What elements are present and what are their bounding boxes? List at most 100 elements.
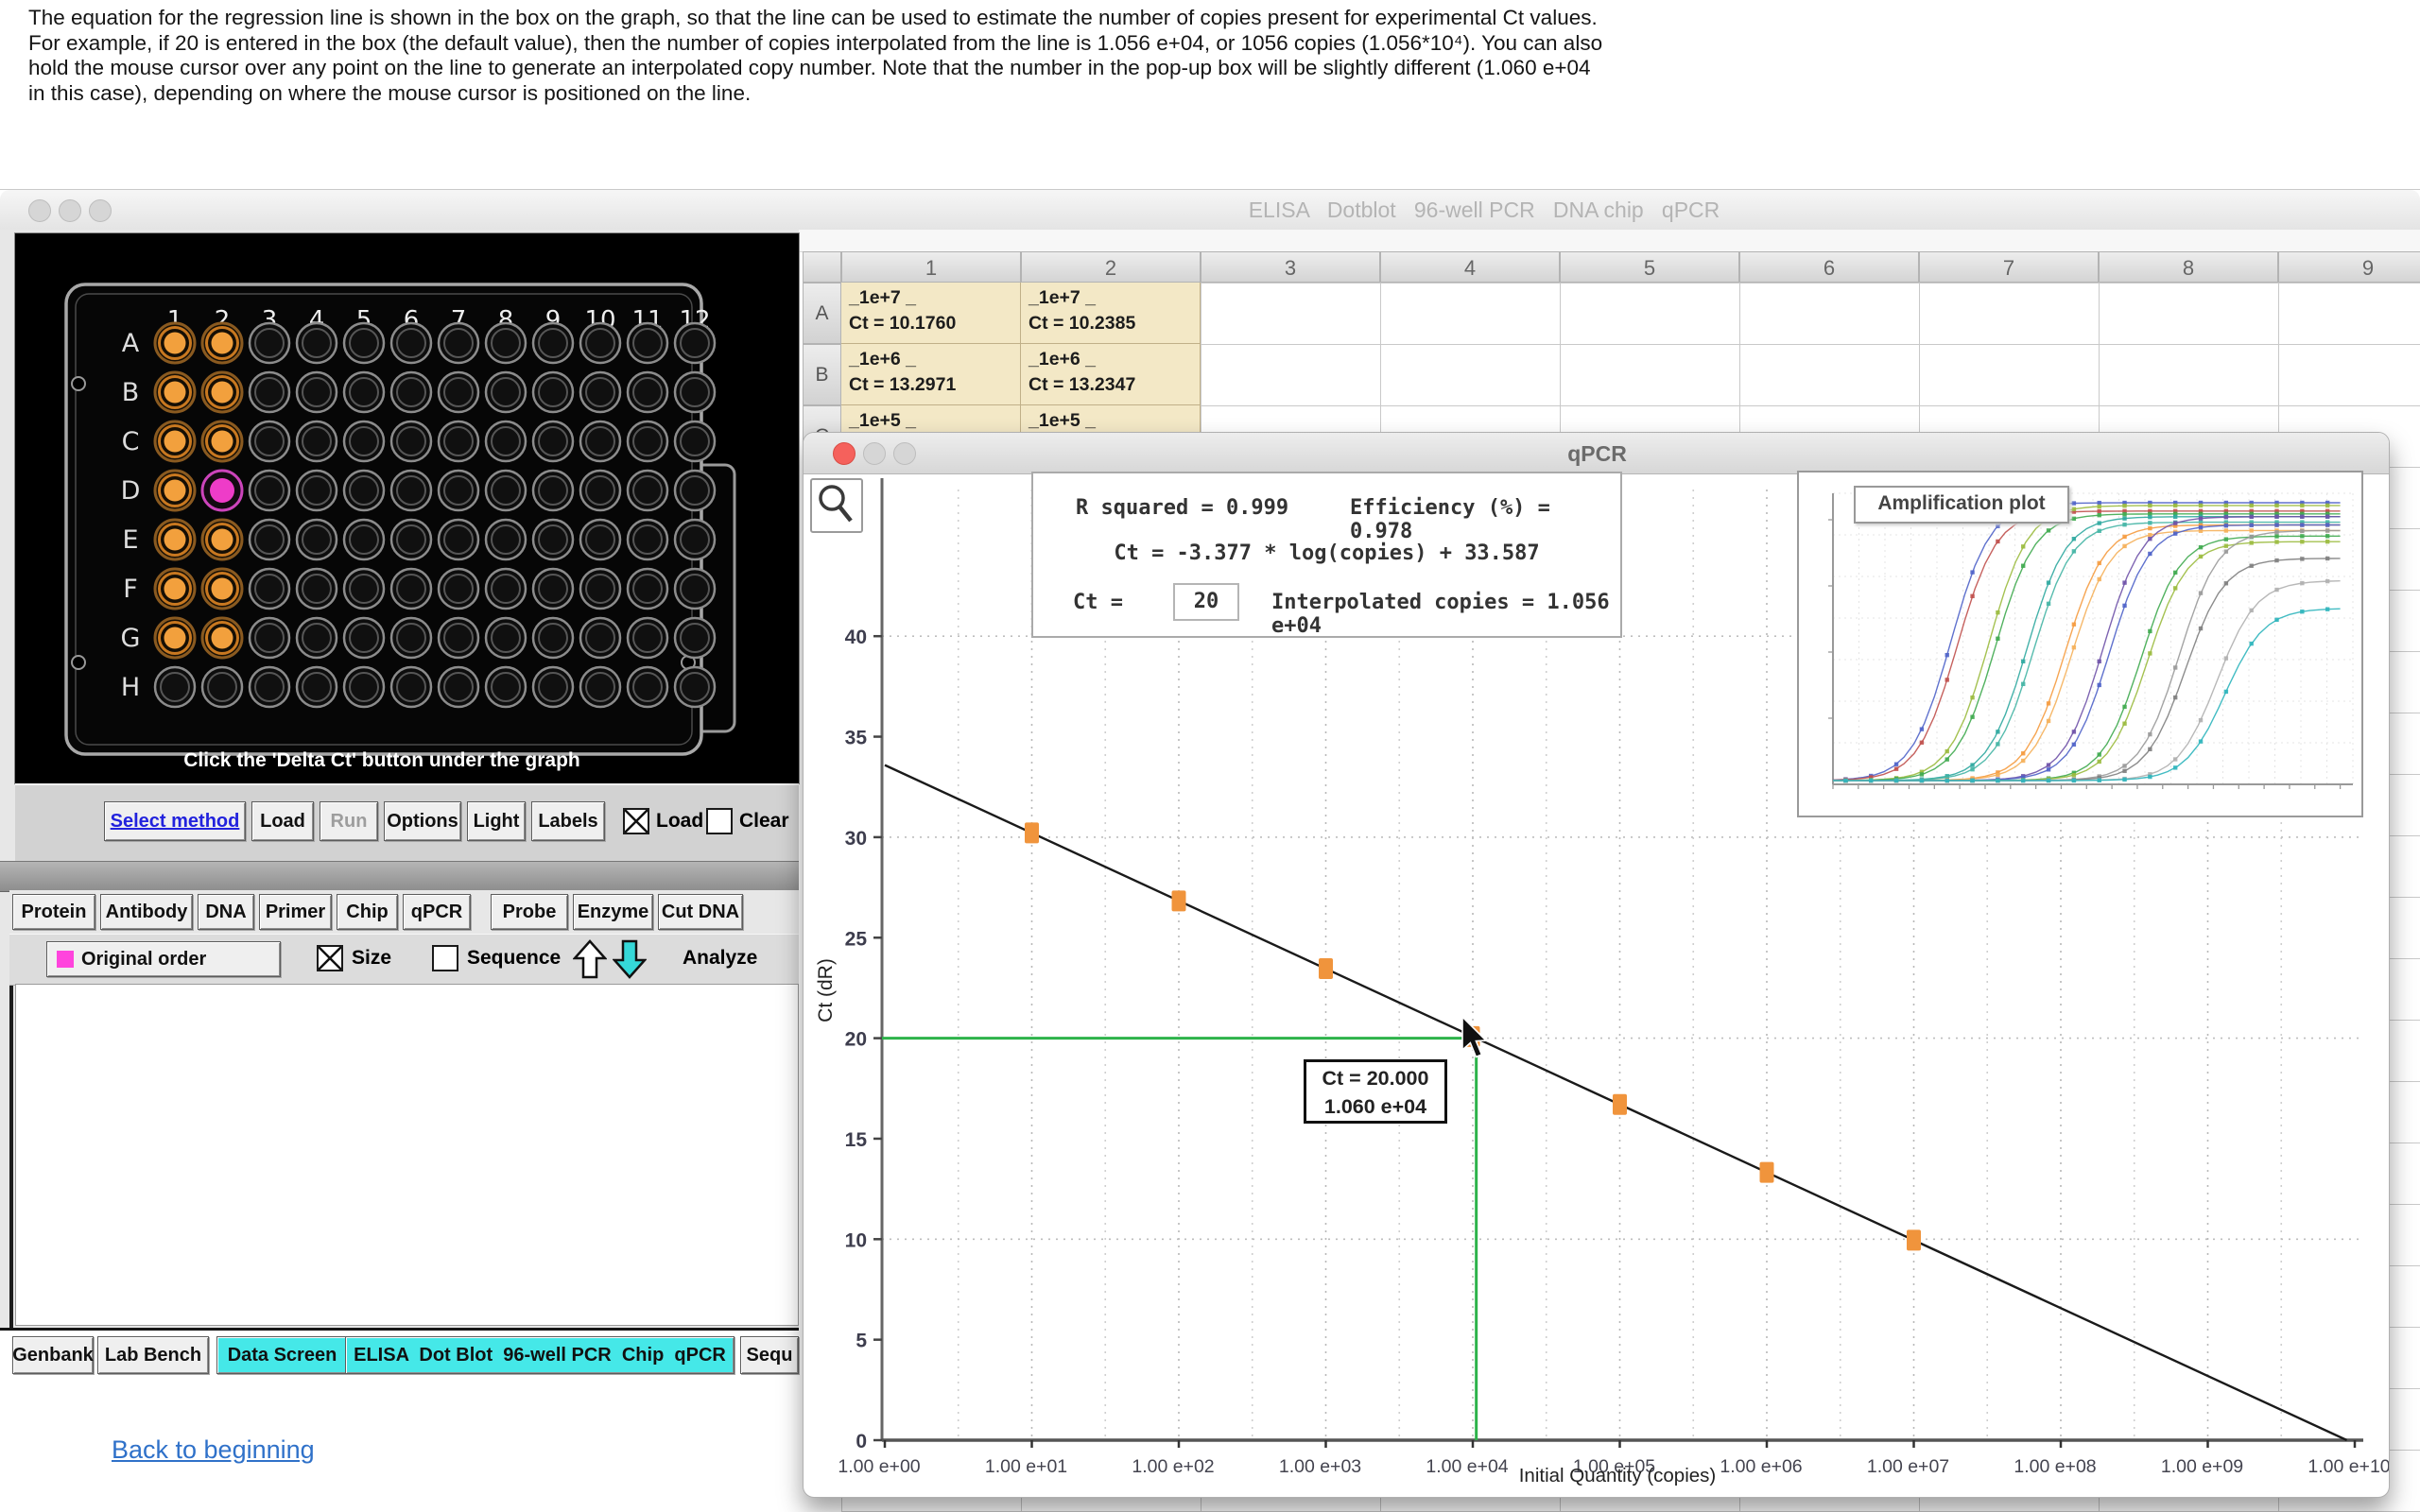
light-button[interactable]: Light — [467, 801, 526, 841]
sort-up-arrow-icon[interactable] — [573, 939, 607, 979]
well-F10[interactable] — [580, 569, 620, 609]
well-F11[interactable] — [628, 569, 667, 609]
run-button[interactable]: Run — [320, 801, 378, 841]
well-F3[interactable] — [250, 569, 289, 609]
minimize-window-icon[interactable] — [59, 199, 81, 222]
well-H9[interactable] — [533, 667, 573, 707]
well-H10[interactable] — [580, 667, 620, 707]
well-E5[interactable] — [344, 520, 384, 559]
standard-point[interactable] — [1760, 1162, 1774, 1183]
qpcr-titlebar[interactable]: qPCR — [804, 433, 2390, 474]
sheet-column-header[interactable]: 1 — [841, 251, 1021, 283]
well-G6[interactable] — [391, 618, 431, 658]
sort-down-arrow-icon[interactable] — [613, 939, 647, 979]
well-B9[interactable] — [533, 372, 573, 412]
maximize-window-icon[interactable] — [89, 199, 112, 222]
standard-point[interactable] — [1907, 1229, 1921, 1250]
well-F5[interactable] — [344, 569, 384, 609]
well-E10[interactable] — [580, 520, 620, 559]
labels-button[interactable]: Labels — [531, 801, 605, 841]
well-F7[interactable] — [439, 569, 478, 609]
well-B5[interactable] — [344, 372, 384, 412]
well-F12[interactable] — [675, 569, 715, 609]
well-G5[interactable] — [344, 618, 384, 658]
well-E3[interactable] — [250, 520, 289, 559]
well-F2[interactable] — [202, 569, 242, 609]
bottom-tab-sequ[interactable]: Sequ — [740, 1336, 799, 1374]
well-C12[interactable] — [675, 421, 715, 461]
well-G12[interactable] — [675, 618, 715, 658]
standard-point[interactable] — [1319, 958, 1333, 979]
well-A5[interactable] — [344, 323, 384, 363]
well-G2[interactable] — [202, 618, 242, 658]
well-D7[interactable] — [439, 471, 478, 510]
well-B2[interactable] — [202, 372, 242, 412]
well-F4[interactable] — [297, 569, 337, 609]
analyze-label[interactable]: Analyze — [683, 947, 757, 970]
sheet-cell[interactable]: _1e+7 _Ct = 10.2385 — [1021, 283, 1201, 344]
well-D4[interactable] — [297, 471, 337, 510]
well-A12[interactable] — [675, 323, 715, 363]
sheet-column-header[interactable]: 4 — [1380, 251, 1560, 283]
bottom-tab-lab-bench[interactable]: Lab Bench — [97, 1336, 209, 1374]
zoom-tool-button[interactable] — [810, 478, 863, 533]
well-E1[interactable] — [155, 520, 195, 559]
well-B7[interactable] — [439, 372, 478, 412]
ct-value-input[interactable]: 20 — [1173, 583, 1239, 621]
well-B4[interactable] — [297, 372, 337, 412]
sheet-column-header[interactable]: 7 — [1919, 251, 2099, 283]
well-D6[interactable] — [391, 471, 431, 510]
well-H8[interactable] — [486, 667, 526, 707]
bottom-tab-genbank[interactable]: Genbank — [12, 1336, 94, 1374]
well-G7[interactable] — [439, 618, 478, 658]
well-C4[interactable] — [297, 421, 337, 461]
well-B10[interactable] — [580, 372, 620, 412]
well-D10[interactable] — [580, 471, 620, 510]
sheet-column-header[interactable]: 2 — [1021, 251, 1201, 283]
well-H5[interactable] — [344, 667, 384, 707]
well-F9[interactable] — [533, 569, 573, 609]
well-F1[interactable] — [155, 569, 195, 609]
well-E8[interactable] — [486, 520, 526, 559]
qpcr-window[interactable]: 05101520253035401.00 e+001.00 e+011.00 e… — [803, 432, 2390, 1498]
bottom-tab-data-screen[interactable]: Data Screen — [216, 1336, 348, 1374]
well-H11[interactable] — [628, 667, 667, 707]
well-B8[interactable] — [486, 372, 526, 412]
sheet-cell[interactable]: _1e+6 _Ct = 13.2347 — [1021, 344, 1201, 405]
sheet-column-header[interactable]: 3 — [1201, 251, 1380, 283]
bottom-tab-elisa-dot-blot-96-well-p[interactable]: ELISA Dot Blot 96-well PCR Chip qPCR — [345, 1336, 735, 1374]
well-B1[interactable] — [155, 372, 195, 412]
select-method-button[interactable]: Select method — [104, 801, 246, 841]
well-C1[interactable] — [155, 421, 195, 461]
original-order-button[interactable]: Original order — [46, 941, 281, 977]
well-C6[interactable] — [391, 421, 431, 461]
well-C3[interactable] — [250, 421, 289, 461]
tab-protein[interactable]: Protein — [12, 894, 95, 930]
well-B3[interactable] — [250, 372, 289, 412]
well-G1[interactable] — [155, 618, 195, 658]
well-A7[interactable] — [439, 323, 478, 363]
well-C10[interactable] — [580, 421, 620, 461]
load-button[interactable]: Load — [251, 801, 314, 841]
well-E7[interactable] — [439, 520, 478, 559]
size-checkbox[interactable] — [317, 945, 343, 971]
well-G9[interactable] — [533, 618, 573, 658]
well-D9[interactable] — [533, 471, 573, 510]
well-B11[interactable] — [628, 372, 667, 412]
well-plate-image[interactable]: 123456789101112ABCDEFGHClick the 'Delta … — [15, 233, 799, 783]
well-F6[interactable] — [391, 569, 431, 609]
tab-probe[interactable]: Probe — [491, 894, 568, 930]
well-A10[interactable] — [580, 323, 620, 363]
tab-cut-dna[interactable]: Cut DNA — [658, 894, 743, 930]
results-list-panel[interactable] — [15, 984, 799, 1326]
well-D11[interactable] — [628, 471, 667, 510]
well-B6[interactable] — [391, 372, 431, 412]
well-H2[interactable] — [202, 667, 242, 707]
tab-antibody[interactable]: Antibody — [100, 894, 193, 930]
standard-point[interactable] — [1613, 1094, 1627, 1115]
well-H12[interactable] — [675, 667, 715, 707]
well-A4[interactable] — [297, 323, 337, 363]
well-G10[interactable] — [580, 618, 620, 658]
well-A3[interactable] — [250, 323, 289, 363]
well-A2[interactable] — [202, 323, 242, 363]
